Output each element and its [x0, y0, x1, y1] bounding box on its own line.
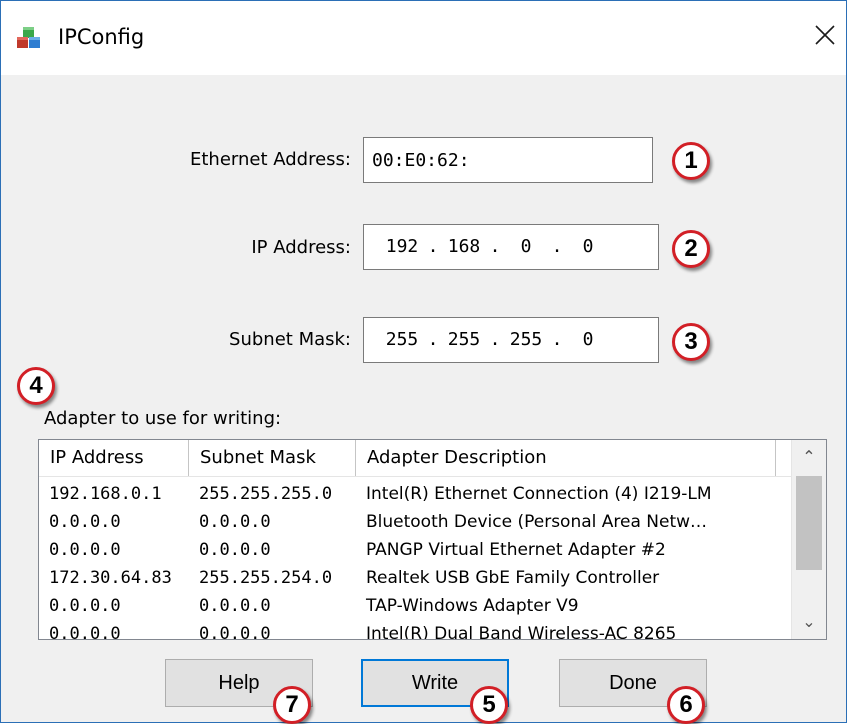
annotation-badge-2: 2 [672, 230, 710, 268]
ip-octet-3[interactable]: 0 [506, 235, 546, 259]
subnet-dot: . [427, 329, 439, 350]
row-subnet: 255.255.254.0 [199, 568, 333, 588]
row-description: Bluetooth Device (Personal Area Netw… [366, 512, 708, 532]
row-ip: 172.30.64.83 [49, 568, 172, 588]
table-row[interactable]: 0.0.0.0 0.0.0.0 TAP-Windows Adapter V9 [39, 592, 791, 620]
vertical-scrollbar[interactable]: ⌃ ⌄ [791, 440, 826, 639]
close-icon[interactable] [803, 13, 847, 57]
cubes-icon [17, 27, 40, 48]
ip-dot: . [427, 236, 439, 257]
row-description: PANGP Virtual Ethernet Adapter #2 [366, 540, 666, 560]
ip-octet-1[interactable]: 192 [382, 235, 422, 259]
ip-dot: . [489, 236, 501, 257]
ip-octet-4[interactable]: 0 [568, 235, 608, 259]
table-row[interactable]: 192.168.0.1 255.255.255.0 Intel(R) Ether… [39, 480, 791, 508]
adapter-list[interactable]: IP Address Subnet Mask Adapter Descripti… [38, 439, 827, 640]
row-subnet: 0.0.0.0 [199, 540, 271, 560]
ip-octet-2[interactable]: 168 [444, 235, 484, 259]
row-description: Realtek USB GbE Family Controller [366, 568, 660, 588]
scroll-down-icon[interactable]: ⌄ [792, 605, 826, 639]
subnet-octet-2[interactable]: 255 [444, 328, 484, 352]
row-ip: 192.168.0.1 [49, 484, 162, 504]
ethernet-address-input[interactable] [364, 138, 652, 182]
scroll-up-icon[interactable]: ⌃ [792, 440, 826, 474]
annotation-badge-6: 6 [667, 686, 705, 724]
column-header-ip-address[interactable]: IP Address [39, 440, 189, 476]
annotation-badge-7: 7 [273, 686, 311, 724]
table-row[interactable]: 172.30.64.83 255.255.254.0 Realtek USB G… [39, 564, 791, 592]
row-subnet: 0.0.0.0 [199, 512, 271, 532]
subnet-octet-4[interactable]: 0 [568, 328, 608, 352]
row-subnet: 0.0.0.0 [199, 596, 271, 616]
subnet-mask-label: Subnet Mask: [229, 329, 351, 350]
row-ip: 0.0.0.0 [49, 512, 121, 532]
subnet-mask-field[interactable]: 255 . 255 . 255 . 0 [363, 317, 659, 363]
ip-address-label: IP Address: [251, 237, 351, 258]
title-bar: IPConfig [1, 1, 846, 75]
adapter-rows: 192.168.0.1 255.255.255.0 Intel(R) Ether… [39, 480, 791, 640]
ip-address-field[interactable]: 192 . 168 . 0 . 0 [363, 224, 659, 270]
row-description: Intel(R) Dual Band Wireless-AC 8265 [366, 624, 677, 640]
subnet-dot: . [489, 329, 501, 350]
ip-dot: . [551, 236, 563, 257]
row-description: Intel(R) Ethernet Connection (4) I219-LM [366, 484, 712, 504]
table-row[interactable]: 0.0.0.0 0.0.0.0 Bluetooth Device (Person… [39, 508, 791, 536]
ipconfig-window: IPConfig Ethernet Address: 1 IP Address:… [0, 0, 847, 724]
subnet-octet-3[interactable]: 255 [506, 328, 546, 352]
scrollbar-thumb[interactable] [796, 476, 822, 570]
row-ip: 0.0.0.0 [49, 624, 121, 640]
column-header-subnet-mask[interactable]: Subnet Mask [189, 440, 356, 476]
column-header-adapter-description[interactable]: Adapter Description [356, 440, 776, 476]
table-row[interactable]: 0.0.0.0 0.0.0.0 Intel(R) Dual Band Wirel… [39, 620, 791, 640]
ethernet-address-field[interactable] [363, 137, 653, 183]
ethernet-address-label: Ethernet Address: [189, 149, 351, 170]
row-subnet: 0.0.0.0 [199, 624, 271, 640]
subnet-dot: . [551, 329, 563, 350]
adapter-group-label: Adapter to use for writing: [44, 408, 282, 429]
row-ip: 0.0.0.0 [49, 540, 121, 560]
annotation-badge-3: 3 [672, 323, 710, 361]
subnet-octet-1[interactable]: 255 [382, 328, 422, 352]
table-row[interactable]: 0.0.0.0 0.0.0.0 PANGP Virtual Ethernet A… [39, 536, 791, 564]
annotation-badge-1: 1 [672, 142, 710, 180]
annotation-badge-5: 5 [470, 686, 508, 724]
row-subnet: 255.255.255.0 [199, 484, 333, 504]
row-ip: 0.0.0.0 [49, 596, 121, 616]
adapter-list-header: IP Address Subnet Mask Adapter Descripti… [39, 440, 791, 477]
row-description: TAP-Windows Adapter V9 [366, 596, 579, 616]
annotation-badge-4: 4 [17, 367, 55, 405]
window-title: IPConfig [58, 25, 145, 49]
